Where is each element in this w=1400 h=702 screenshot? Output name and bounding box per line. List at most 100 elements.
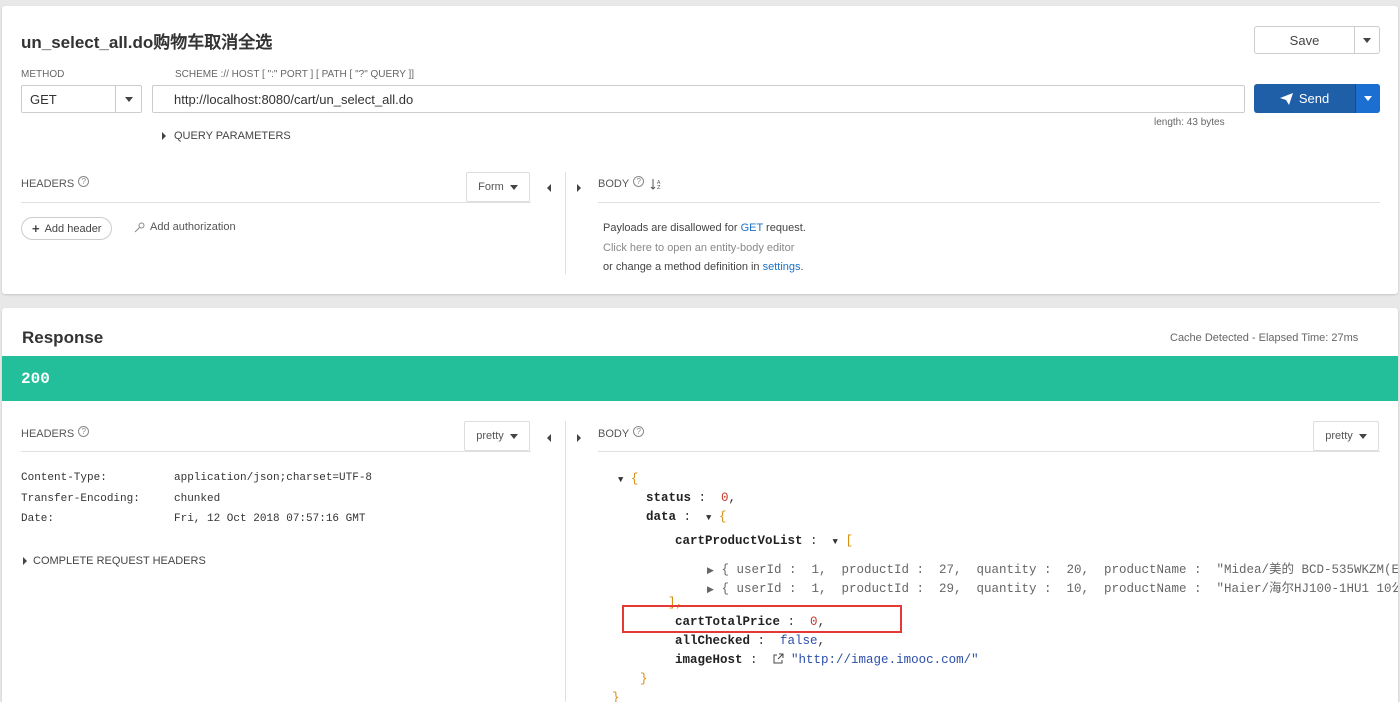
form-dropdown-label: Form bbox=[478, 181, 504, 193]
help-icon[interactable]: ? bbox=[78, 425, 90, 437]
payload-text: or change a method definition in bbox=[603, 261, 763, 273]
payload-text: request. bbox=[763, 222, 806, 234]
url-format-label: SCHEME :// HOST [ ":" PORT ] [ PATH [ "?… bbox=[175, 69, 415, 80]
json-key: status bbox=[646, 491, 692, 505]
json-root-line[interactable]: ▼ { bbox=[618, 472, 638, 486]
request-headers-label: HEADERS bbox=[21, 178, 75, 190]
chevron-down-icon bbox=[509, 184, 518, 190]
add-header-button[interactable]: + Add header bbox=[21, 217, 113, 240]
help-icon[interactable]: ? bbox=[78, 175, 90, 187]
collapse-left-icon[interactable] bbox=[547, 431, 551, 445]
header-value: chunked bbox=[174, 492, 221, 505]
response-headers-heading: HEADERS ? bbox=[21, 425, 90, 440]
payload-text: Payloads are disallowed for bbox=[603, 222, 741, 234]
add-header-label: Add header bbox=[44, 222, 102, 235]
json-status-line: status : 0, bbox=[646, 491, 737, 505]
query-parameters-toggle[interactable]: QUERY PARAMETERS bbox=[162, 130, 291, 142]
chevron-down-icon bbox=[1364, 96, 1372, 101]
json-item-text: { userId : 1, productId : 27, quantity :… bbox=[721, 563, 1398, 577]
complete-headers-label: COMPLETE REQUEST HEADERS bbox=[33, 555, 206, 567]
settings-link[interactable]: settings bbox=[763, 261, 801, 273]
chevron-down-icon bbox=[1358, 433, 1367, 439]
response-title: Response bbox=[22, 328, 104, 347]
json-string: "http://image.imooc.com/" bbox=[791, 653, 979, 667]
json-list-item[interactable]: ▶ { userId : 1, productId : 29, quantity… bbox=[707, 577, 1398, 596]
header-row: Content-Type: application/json;charset=UT… bbox=[21, 468, 372, 489]
request-body-label: BODY bbox=[598, 178, 630, 190]
json-data-close: } bbox=[640, 672, 648, 686]
payload-message: Payloads are disallowed for GET request.… bbox=[603, 219, 806, 278]
request-headers-heading: HEADERS ? bbox=[21, 175, 90, 190]
body-divider bbox=[598, 451, 1380, 452]
header-name: Date: bbox=[21, 513, 55, 525]
pretty-dropdown-label: pretty bbox=[476, 430, 504, 442]
json-checked-line: allChecked : false, bbox=[675, 634, 826, 648]
add-authorization-link[interactable]: Add authorization bbox=[134, 221, 236, 233]
vertical-divider bbox=[565, 172, 566, 274]
json-list-line[interactable]: cartProductVoList : ▼ [ bbox=[675, 534, 853, 548]
send-icon bbox=[1279, 92, 1293, 105]
json-list-item[interactable]: ▶ { userId : 1, productId : 27, quantity… bbox=[707, 558, 1398, 577]
json-number: 0 bbox=[721, 491, 729, 505]
caret-right-icon bbox=[23, 557, 27, 565]
save-button-label[interactable]: Save bbox=[1255, 27, 1355, 53]
status-code: 200 bbox=[21, 369, 50, 388]
body-pretty-dropdown[interactable]: pretty bbox=[1313, 421, 1379, 451]
method-value[interactable]: GET bbox=[22, 86, 115, 112]
method-label: METHOD bbox=[21, 69, 65, 80]
request-panel: un_select_all.do购物车取消全选 Save METHOD SCHE… bbox=[2, 6, 1398, 294]
response-headers-list: Content-Type: application/json;charset=UT… bbox=[21, 468, 372, 530]
collapse-left-icon[interactable] bbox=[547, 181, 551, 195]
complete-request-headers-toggle[interactable]: COMPLETE REQUEST HEADERS bbox=[23, 555, 206, 567]
method-dropdown-toggle[interactable] bbox=[115, 86, 141, 112]
send-button[interactable]: Send bbox=[1254, 84, 1380, 113]
key-icon bbox=[134, 222, 145, 232]
send-button-label: Send bbox=[1298, 91, 1330, 106]
json-item-text: { userId : 1, productId : 29, quantity :… bbox=[721, 582, 1398, 596]
sort-icon[interactable]: AZ bbox=[650, 178, 662, 190]
json-data-line[interactable]: data : ▼ { bbox=[646, 510, 726, 524]
chevron-down-icon bbox=[509, 433, 518, 439]
header-row: Date: Fri, 12 Oct 2018 07:57:16 GMT bbox=[21, 509, 372, 530]
help-icon[interactable]: ? bbox=[633, 175, 645, 187]
response-headers-label: HEADERS bbox=[21, 428, 75, 440]
headers-divider bbox=[21, 451, 531, 452]
request-title: un_select_all.do购物车取消全选 bbox=[21, 33, 273, 52]
help-icon[interactable]: ? bbox=[633, 425, 645, 437]
query-parameters-label: QUERY PARAMETERS bbox=[174, 130, 291, 142]
url-length: length: 43 bytes bbox=[1154, 117, 1225, 128]
chevron-down-icon bbox=[124, 96, 133, 102]
send-button-main[interactable]: Send bbox=[1254, 84, 1356, 113]
open-entity-editor-link[interactable]: Click here to open an entity-body editor bbox=[603, 239, 806, 259]
send-dropdown-toggle[interactable] bbox=[1356, 84, 1380, 113]
plus-icon: + bbox=[32, 221, 40, 236]
headers-divider bbox=[21, 202, 531, 203]
json-key: allChecked bbox=[675, 634, 751, 648]
payload-text: . bbox=[800, 261, 804, 273]
json-bool: false bbox=[780, 634, 818, 648]
header-row: Transfer-Encoding: chunked bbox=[21, 489, 372, 510]
caret-right-icon bbox=[162, 132, 166, 140]
collapse-right-icon[interactable] bbox=[577, 181, 581, 195]
json-key: cartProductVoList bbox=[675, 534, 803, 548]
json-key: imageHost bbox=[675, 653, 743, 667]
get-link[interactable]: GET bbox=[741, 222, 763, 234]
json-host-line: imageHost : "http://image.imooc.com/" bbox=[675, 653, 979, 667]
url-input[interactable] bbox=[152, 85, 1245, 113]
headers-pretty-dropdown[interactable]: pretty bbox=[464, 421, 530, 451]
external-link-icon[interactable] bbox=[773, 653, 784, 664]
save-button[interactable]: Save bbox=[1254, 26, 1380, 54]
response-body-heading: BODY ? bbox=[598, 425, 645, 440]
elapsed-time: Cache Detected - Elapsed Time: 27ms bbox=[1170, 332, 1359, 344]
header-value: Fri, 12 Oct 2018 07:57:16 GMT bbox=[174, 513, 366, 525]
response-panel: Response Cache Detected - Elapsed Time: … bbox=[2, 308, 1398, 702]
method-select[interactable]: GET bbox=[21, 85, 142, 113]
highlight-box bbox=[622, 605, 902, 633]
collapse-right-icon[interactable] bbox=[577, 431, 581, 445]
header-name: Transfer-Encoding: bbox=[21, 492, 140, 505]
header-name: Content-Type: bbox=[21, 472, 107, 484]
headers-form-dropdown[interactable]: Form bbox=[466, 172, 530, 202]
save-dropdown-toggle[interactable] bbox=[1355, 27, 1379, 53]
response-body-label: BODY bbox=[598, 428, 630, 440]
pretty-dropdown-label: pretty bbox=[1325, 430, 1353, 442]
